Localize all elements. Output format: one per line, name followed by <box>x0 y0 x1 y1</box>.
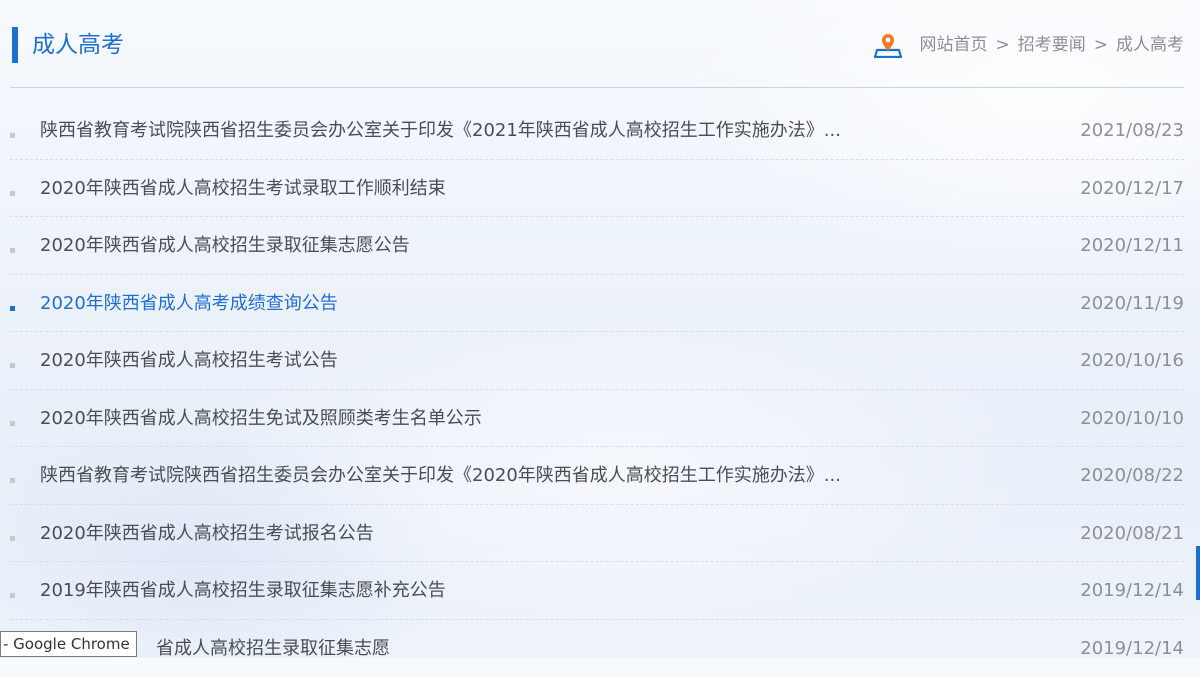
news-date: 2020/11/19 <box>1080 291 1184 317</box>
news-list-item: 陕西省教育考试院陕西省招生委员会办公室关于印发《2020年陕西省成人高校招生工作… <box>10 447 1184 505</box>
breadcrumb-separator: > <box>1094 31 1108 59</box>
news-date: 2019/12/14 <box>1080 578 1184 604</box>
bullet-icon <box>10 478 15 483</box>
scrollbar-thumb[interactable] <box>1196 546 1200 600</box>
bullet-icon <box>10 363 15 368</box>
news-title-link[interactable]: 2020年陕西省成人高校招生考试录取工作顺利结束 <box>40 176 446 202</box>
news-list-item: 2020年陕西省成人高校招生录取征集志愿公告 2020/12/11 <box>10 217 1184 275</box>
news-title-link[interactable]: 2020年陕西省成人高校招生考试报名公告 <box>40 521 374 547</box>
news-title-link[interactable]: 2020年陕西省成人高校招生考试公告 <box>40 348 338 374</box>
breadcrumb-home-link[interactable]: 网站首页 <box>920 31 988 59</box>
news-list-item: 2020年陕西省成人高校招生考试公告 2020/10/16 <box>10 332 1184 390</box>
location-pin-icon <box>874 32 902 58</box>
title-accent-bar <box>12 27 18 63</box>
news-title-link[interactable]: 陕西省教育考试院陕西省招生委员会办公室关于印发《2021年陕西省成人高校招生工作… <box>40 118 841 144</box>
news-title-link[interactable]: 2020年陕西省成人高校招生免试及照顾类考生名单公示 <box>40 406 482 432</box>
news-date: 2020/08/21 <box>1080 521 1184 547</box>
news-list-item: 2020年陕西省成人高校招生考试报名公告 2020/08/21 <box>10 505 1184 563</box>
bullet-icon <box>10 536 15 541</box>
news-title-link[interactable]: 2020年陕西省成人高考成绩查询公告 <box>40 291 338 317</box>
news-list-item-hovered: 2020年陕西省成人高考成绩查询公告 2020/11/19 <box>10 275 1184 333</box>
bullet-icon <box>10 133 15 138</box>
page-title: 成人高考 <box>32 28 124 62</box>
news-list-item: 2020年陕西省成人高校招生考试录取工作顺利结束 2020/12/17 <box>10 160 1184 218</box>
news-list-item: 2019年陕西省成人高校招生录取征集志愿补充公告 2019/12/14 <box>10 562 1184 620</box>
bullet-icon <box>10 191 15 196</box>
header-divider <box>10 87 1184 88</box>
news-list: 陕西省教育考试院陕西省招生委员会办公室关于印发《2021年陕西省成人高校招生工作… <box>0 102 1200 677</box>
news-date: 2020/12/17 <box>1080 176 1184 202</box>
news-date: 2020/10/16 <box>1080 348 1184 374</box>
news-list-item: 省成人高校招生录取征集志愿 2019/12/14 <box>10 620 1184 677</box>
breadcrumb-separator: > <box>996 31 1010 59</box>
news-list-item: 陕西省教育考试院陕西省招生委员会办公室关于印发《2021年陕西省成人高校招生工作… <box>10 102 1184 160</box>
news-date: 2020/12/11 <box>1080 233 1184 259</box>
news-date: 2020/10/10 <box>1080 406 1184 432</box>
news-title-link[interactable]: 陕西省教育考试院陕西省招生委员会办公室关于印发《2020年陕西省成人高校招生工作… <box>40 463 841 489</box>
breadcrumb-current-link[interactable]: 成人高考 <box>1116 31 1184 59</box>
bullet-icon <box>10 248 15 253</box>
section-header: 成人高考 网站首页 > 招考要闻 > 成人高考 <box>0 0 1200 88</box>
news-date: 2021/08/23 <box>1080 118 1184 144</box>
breadcrumb: 网站首页 > 招考要闻 > 成人高考 <box>874 31 1185 59</box>
bullet-icon <box>10 421 15 426</box>
news-title-link[interactable]: 2019年陕西省成人高校招生录取征集志愿补充公告 <box>40 578 446 604</box>
breadcrumb-news-link[interactable]: 招考要闻 <box>1018 31 1086 59</box>
news-list-item: 2020年陕西省成人高校招生免试及照顾类考生名单公示 2020/10/10 <box>10 390 1184 448</box>
bullet-icon <box>10 306 15 311</box>
news-title-link[interactable]: 2020年陕西省成人高校招生录取征集志愿公告 <box>40 233 410 259</box>
news-date: 2020/08/22 <box>1080 463 1184 489</box>
bullet-icon <box>10 593 15 598</box>
browser-tooltip: - Google Chrome <box>0 631 137 657</box>
